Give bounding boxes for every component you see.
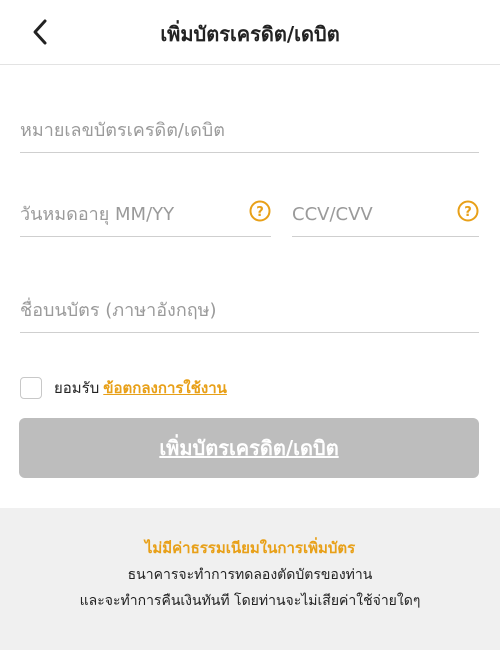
cvv-input[interactable] — [292, 196, 442, 232]
cvv-field[interactable]: ? — [292, 196, 479, 237]
question-circle-icon[interactable]: ? — [457, 200, 479, 222]
footer-highlight: ไม่มีค่าธรรมเนียมในการเพิ่มบัตร — [144, 539, 356, 557]
card-number-input[interactable] — [20, 112, 479, 148]
footer-line-2: และจะทำการคืนเงินทันที โดยท่านจะไม่เสียค… — [79, 593, 421, 609]
terms-prefix: ยอมรับ — [54, 379, 100, 397]
app-header: เพิ่มบัตรเครดิต/เดบิต — [0, 0, 500, 65]
add-card-button[interactable]: เพิ่มบัตรเครดิต/เดบิต — [19, 418, 479, 478]
terms-checkbox[interactable] — [20, 377, 42, 399]
page-title: เพิ่มบัตรเครดิต/เดบิต — [160, 22, 340, 46]
expiry-field[interactable]: ? — [20, 196, 271, 237]
terms-row: ยอมรับ ข้อตกลงการใช้งาน — [20, 376, 227, 400]
name-on-card-input[interactable] — [20, 292, 479, 328]
question-circle-icon[interactable]: ? — [249, 200, 271, 222]
add-card-button-label: เพิ่มบัตรเครดิต/เดบิต — [159, 436, 339, 460]
info-footer: ไม่มีค่าธรรมเนียมในการเพิ่มบัตร ธนาคารจะ… — [0, 508, 500, 650]
name-on-card-field[interactable] — [20, 292, 479, 333]
terms-link[interactable]: ข้อตกลงการใช้งาน — [103, 376, 227, 400]
footer-line-1: ธนาคารจะทำการทดลองตัดบัตรของท่าน — [127, 567, 373, 583]
svg-text:?: ? — [256, 205, 264, 220]
svg-text:?: ? — [464, 205, 472, 220]
expiry-input[interactable] — [20, 196, 235, 232]
card-number-field[interactable] — [20, 112, 479, 153]
